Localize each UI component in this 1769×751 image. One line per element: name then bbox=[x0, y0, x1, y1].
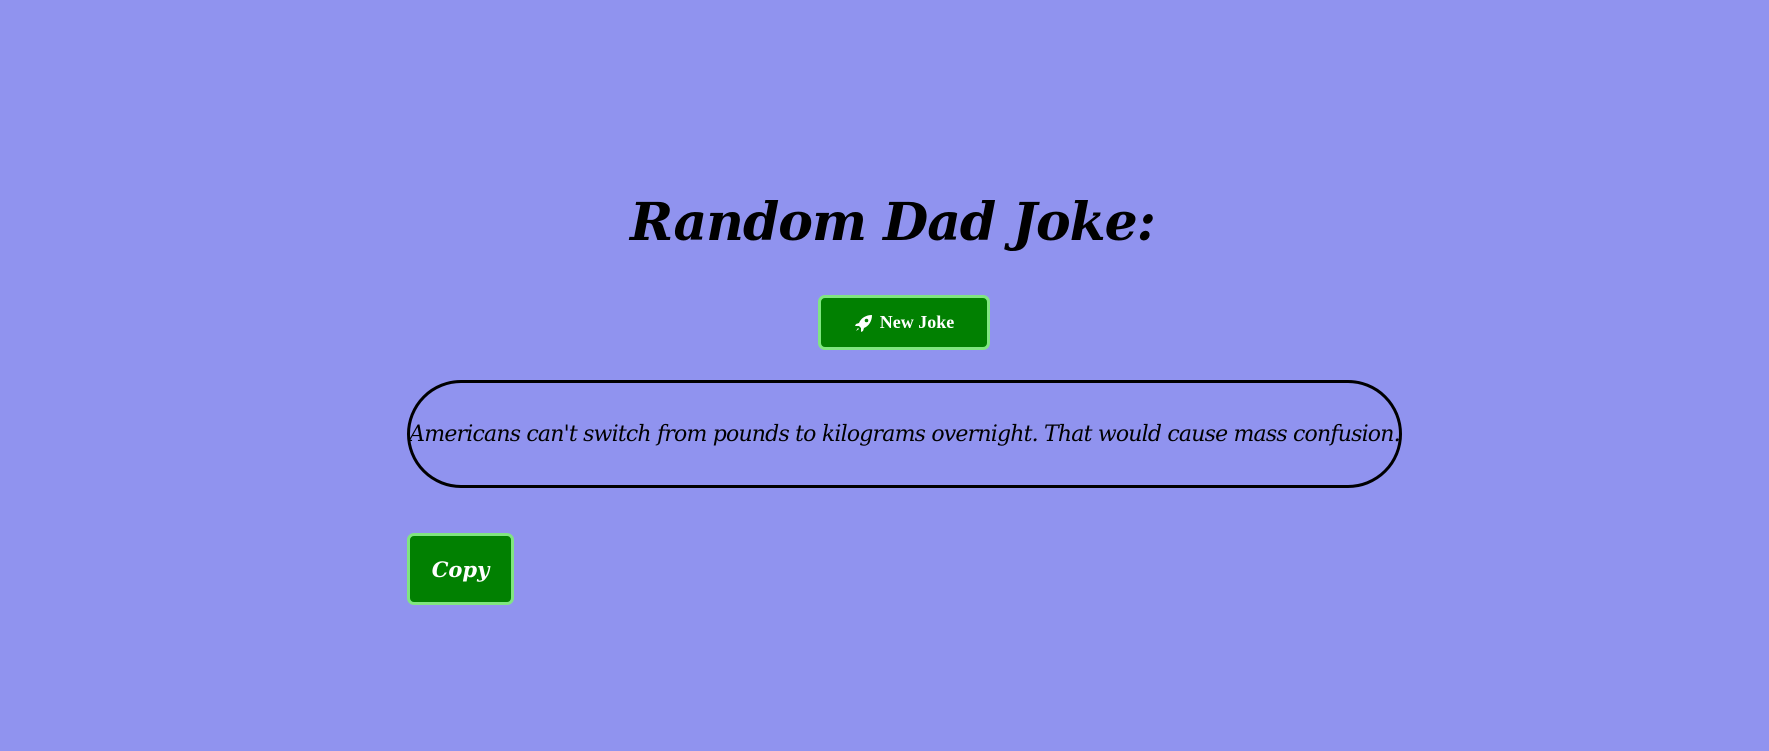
copy-button[interactable]: Copy bbox=[407, 533, 514, 605]
joke-container: Americans can't switch from pounds to ki… bbox=[407, 380, 1402, 488]
page-title: Random Dad Joke: bbox=[630, 192, 1156, 253]
joke-text: Americans can't switch from pounds to ki… bbox=[409, 421, 1400, 447]
new-joke-button[interactable]: New Joke bbox=[818, 295, 990, 350]
new-joke-label: New Joke bbox=[879, 312, 955, 332]
rocket-icon bbox=[854, 313, 874, 333]
